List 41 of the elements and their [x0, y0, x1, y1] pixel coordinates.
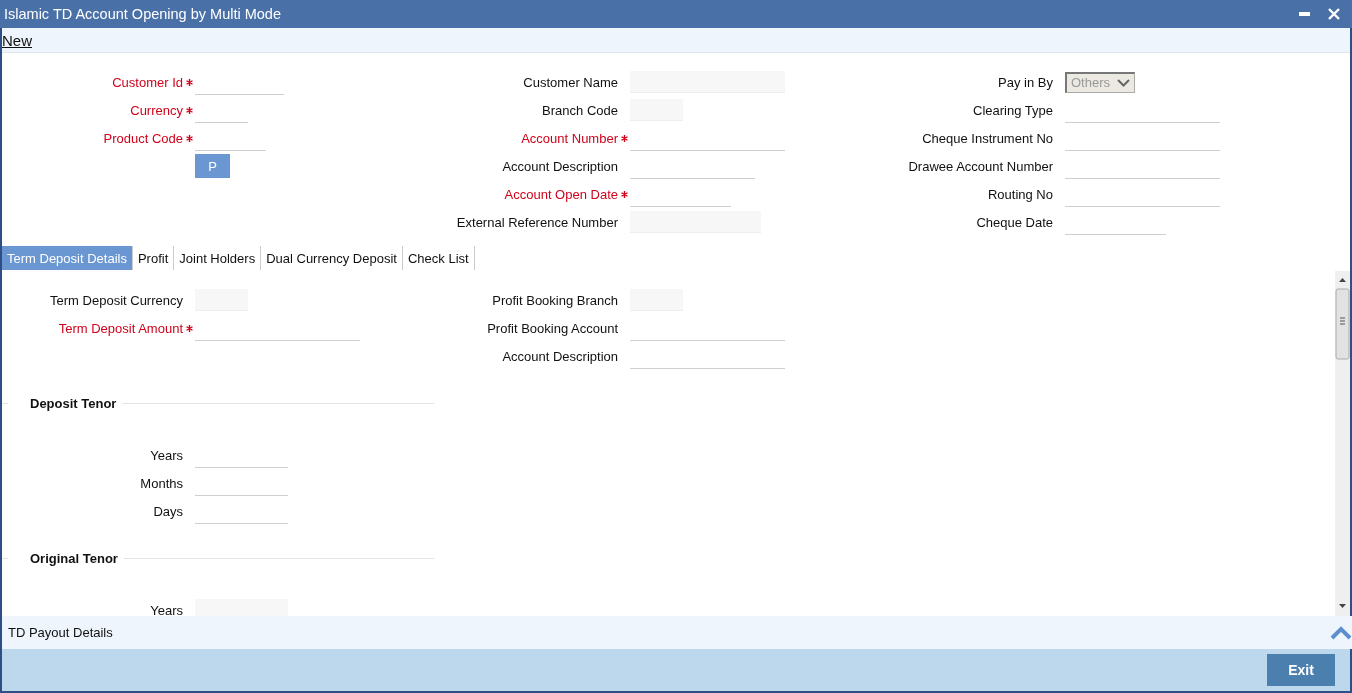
- required-asterisk-icon: [621, 135, 628, 142]
- field-label: Years: [149, 602, 183, 616]
- field-label: Term Deposit Amount: [57, 320, 183, 336]
- minimize-icon[interactable]: [1299, 12, 1310, 16]
- field-label: Months: [139, 475, 183, 491]
- required-asterisk-icon: [186, 107, 193, 114]
- field-label: Account Description: [501, 348, 618, 364]
- new-link[interactable]: New: [2, 31, 32, 49]
- field-label: Customer Name: [522, 74, 618, 90]
- section-heading: Original Tenor: [29, 550, 119, 566]
- field-label: Currency: [129, 102, 183, 118]
- field-label: Days: [152, 503, 183, 519]
- chevron-down-icon: [1117, 78, 1130, 87]
- required-asterisk-icon: [186, 325, 193, 332]
- section-heading[interactable]: TD Payout Details: [8, 625, 113, 640]
- exit-button[interactable]: Exit: [1267, 654, 1335, 686]
- required-asterisk-icon: [186, 135, 193, 142]
- window-title: Islamic TD Account Opening by Multi Mode: [4, 6, 281, 22]
- field-label: Term Deposit Currency: [49, 292, 183, 308]
- field-label: Routing No: [986, 186, 1053, 202]
- field-label: Branch Code: [541, 102, 618, 118]
- field-label: Account Description: [501, 158, 618, 174]
- field-label: Drawee Account Number: [907, 158, 1053, 174]
- field-label: Cheque Date: [975, 214, 1053, 230]
- field-label: Years: [149, 447, 183, 463]
- field-label: Profit Booking Account: [486, 320, 618, 336]
- field-label: Account Number: [520, 130, 618, 146]
- section-heading: Deposit Tenor: [29, 395, 118, 411]
- field-label: Profit Booking Branch: [491, 292, 618, 308]
- field-label: Product Code: [102, 130, 183, 146]
- field-label: Cheque Instrument No: [921, 130, 1053, 146]
- field-label: Account Open Date: [503, 186, 618, 202]
- scrollbar[interactable]: [1335, 271, 1350, 616]
- field-label: External Reference Number: [455, 214, 618, 230]
- required-asterisk-icon: [186, 79, 193, 86]
- field-label: Customer Id: [111, 74, 183, 90]
- close-icon[interactable]: [1328, 8, 1340, 20]
- field-label: Pay in By: [997, 74, 1053, 90]
- chevron-up-icon[interactable]: [1330, 625, 1352, 640]
- required-asterisk-icon: [621, 191, 628, 198]
- field-label: Clearing Type: [972, 102, 1053, 118]
